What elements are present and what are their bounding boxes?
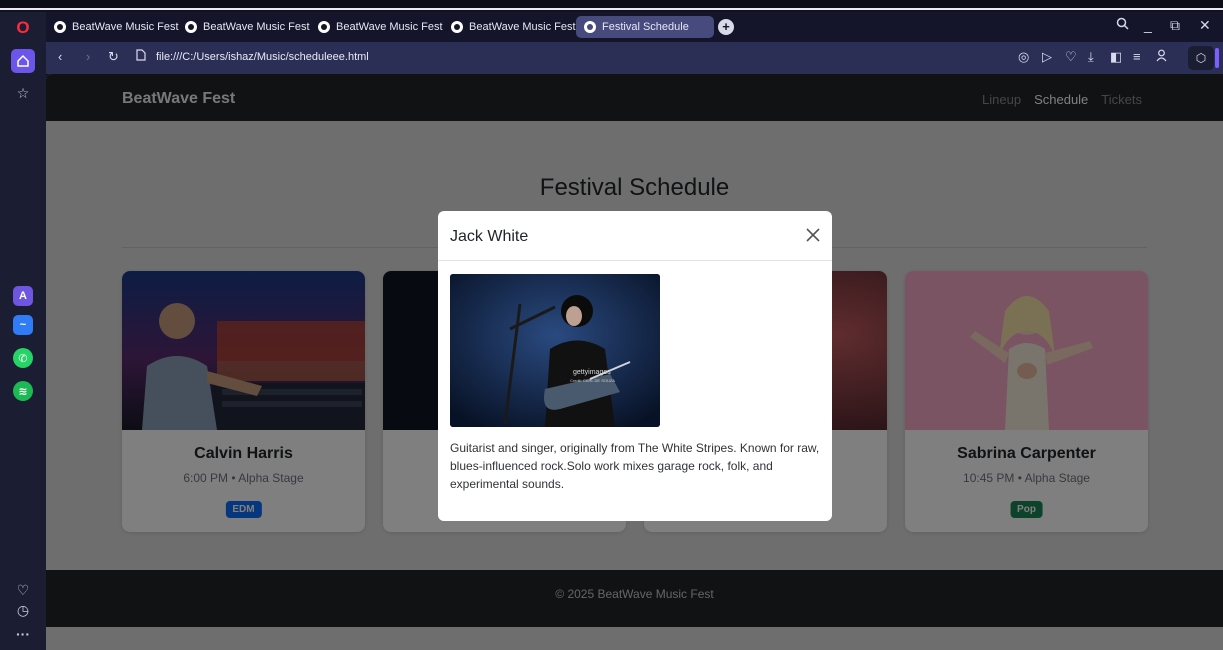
globe-icon (451, 21, 463, 33)
modal-title: Jack White (450, 228, 529, 245)
profile-icon[interactable] (1156, 49, 1167, 65)
wallet-icon[interactable]: ◧ (1110, 49, 1122, 65)
forward-icon[interactable]: › (86, 49, 90, 64)
globe-icon (584, 21, 596, 33)
file-icon (136, 49, 146, 64)
back-icon[interactable]: ‹ (58, 49, 62, 64)
reload-icon[interactable]: ↻ (108, 49, 119, 65)
opera-logo-icon[interactable]: O (11, 16, 35, 40)
search-icon[interactable] (1116, 17, 1129, 33)
menu-icon[interactable]: ≡ (1133, 49, 1141, 64)
globe-icon (318, 21, 330, 33)
browser-window: O ☆ A ~ ✆ ≋ ♡ ◷ ··· BeatWave Music Fest … (0, 0, 1223, 650)
address-bar: ‹ › ↻ file:///C:/Users/ishaz/Music/sched… (46, 42, 1223, 74)
home-icon[interactable] (11, 49, 35, 73)
more-icon[interactable]: ··· (11, 622, 35, 646)
tab[interactable]: BeatWave Music Fest (443, 16, 584, 38)
page-viewport: BeatWave Fest Lineup Schedule Tickets Fe… (46, 74, 1223, 650)
close-icon[interactable] (804, 226, 822, 244)
tab-label: BeatWave Music Fest (336, 21, 443, 33)
star-icon[interactable]: ☆ (11, 81, 35, 105)
play-icon[interactable]: ▷ (1042, 49, 1052, 65)
tab[interactable]: BeatWave Music Fest (177, 16, 318, 38)
tab-label: BeatWave Music Fest (72, 21, 179, 33)
tab-active[interactable]: Festival Schedule (576, 16, 714, 38)
artist-modal: Jack White gettyimages Credit: CARL DE S… (438, 211, 832, 521)
tab-label: BeatWave Music Fest (203, 21, 310, 33)
artist-photo: gettyimages Credit: CARL DE SOUZA (450, 274, 660, 427)
tab-label: BeatWave Music Fest (469, 21, 576, 33)
aria-icon[interactable]: A (13, 286, 33, 306)
watermark-text: gettyimages (573, 369, 611, 376)
clock-icon[interactable]: ◷ (11, 598, 35, 622)
camera-icon[interactable]: ◎ (1018, 49, 1029, 65)
modal-header: Jack White (438, 211, 832, 261)
spotify-icon[interactable]: ≋ (13, 381, 33, 401)
url-field[interactable]: file:///C:/Users/ishaz/Music/scheduleee.… (156, 51, 369, 63)
whatsapp-icon[interactable]: ✆ (13, 348, 33, 368)
heart-icon[interactable]: ♡ (1065, 49, 1077, 65)
tab-label: Festival Schedule (602, 21, 689, 33)
credit-text: Credit: CARL DE SOUZA (570, 378, 615, 383)
screen-top-edge (0, 0, 1223, 10)
tab-bar: BeatWave Music Fest BeatWave Music Fest … (46, 12, 1223, 42)
messenger-icon[interactable]: ~ (13, 315, 33, 335)
extensions-icon[interactable]: ⬡ (1188, 46, 1214, 70)
restore-icon[interactable]: ⧉ (1170, 17, 1180, 34)
globe-icon (54, 21, 66, 33)
artist-description: Guitarist and singer, originally from Th… (450, 441, 820, 491)
minimize-icon[interactable]: _ (1144, 17, 1152, 33)
tab[interactable]: BeatWave Music Fest (310, 16, 451, 38)
tab[interactable]: BeatWave Music Fest (46, 16, 187, 38)
opera-sidebar: O ☆ A ~ ✆ ≋ ♡ ◷ ··· (0, 12, 46, 650)
download-icon[interactable]: ⤓ (1088, 49, 1094, 65)
new-tab-button[interactable]: + (718, 19, 734, 35)
close-window-icon[interactable]: ✕ (1199, 17, 1211, 34)
globe-icon (185, 21, 197, 33)
sidebar-accent-bar (1215, 48, 1219, 68)
